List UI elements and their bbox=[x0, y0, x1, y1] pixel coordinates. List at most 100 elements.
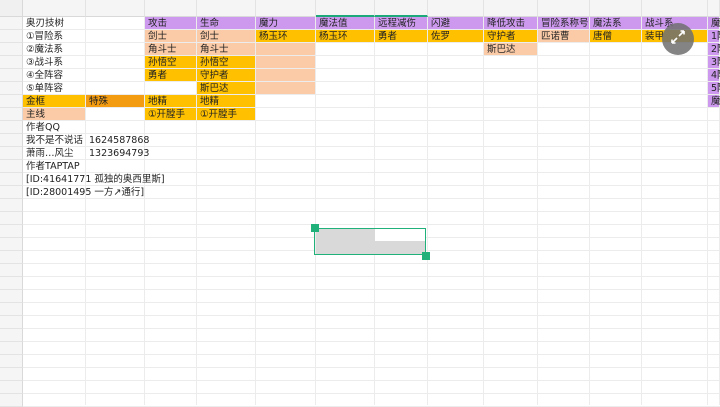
cell-d5[interactable]: 守护者 bbox=[197, 69, 229, 82]
row-header-25[interactable] bbox=[0, 329, 23, 342]
row-header-21[interactable] bbox=[0, 277, 23, 290]
cell-a14[interactable]: [ID:28001495 一方↗通行] bbox=[23, 186, 144, 199]
cell-c4[interactable]: 孙悟空 bbox=[145, 56, 177, 69]
cell-d8[interactable]: ①开膛手 bbox=[197, 108, 237, 121]
row-header-3[interactable] bbox=[0, 43, 23, 56]
cell-a12[interactable]: 作者TAPTAP bbox=[23, 160, 80, 173]
selection-border[interactable] bbox=[314, 228, 426, 255]
column-header-e[interactable] bbox=[256, 0, 316, 17]
cell-h2[interactable]: 佐罗 bbox=[428, 30, 450, 43]
cell-c8[interactable]: ①开膛手 bbox=[145, 108, 185, 121]
column-header-i[interactable] bbox=[484, 0, 538, 17]
row-header-7[interactable] bbox=[0, 95, 23, 108]
row-header-17[interactable] bbox=[0, 225, 23, 238]
cell-j1[interactable]: 冒险系称号 bbox=[538, 17, 589, 30]
cell-i2[interactable]: 守护者 bbox=[484, 30, 516, 43]
cell-a7[interactable]: 金框 bbox=[23, 95, 45, 108]
row-header-9[interactable] bbox=[0, 121, 23, 134]
spreadsheet-grid[interactable]: 奥刃技树 ①冒险系 ②魔法系 ③战斗系 ④全阵容 ⑤单阵容 金框 特殊主线 作者QQ 我不是不说话… bbox=[0, 0, 720, 407]
cell-j2[interactable]: 匹诺曹 bbox=[538, 30, 570, 43]
cell-e2[interactable]: 杨玉环 bbox=[256, 30, 288, 43]
cell-n1[interactable]: 魔 bbox=[708, 17, 720, 30]
column-header-n[interactable] bbox=[708, 0, 720, 17]
cell-a13[interactable]: [ID:41641771 孤独的奥西里斯] bbox=[23, 173, 165, 186]
row-header-14[interactable] bbox=[0, 186, 23, 199]
cell-i1[interactable]: 降低攻击 bbox=[484, 17, 525, 30]
cell-a8[interactable]: 主线 bbox=[23, 108, 45, 121]
row-header-20[interactable] bbox=[0, 264, 23, 277]
cell-b7[interactable]: 特殊 bbox=[86, 95, 108, 108]
cell-l1[interactable]: 魔法系 bbox=[590, 17, 622, 30]
cell-d6[interactable]: 斯巴达 bbox=[197, 82, 229, 95]
cell-c5[interactable]: 勇者 bbox=[145, 69, 167, 82]
collapse-button[interactable] bbox=[662, 23, 694, 55]
cell-a1[interactable]: 奥刃技树 bbox=[23, 17, 64, 30]
cell-d1[interactable]: 生命 bbox=[197, 17, 219, 30]
cell-a6[interactable]: ⑤单阵容 bbox=[23, 82, 63, 95]
cell-d4[interactable]: 孙悟空 bbox=[197, 56, 229, 69]
cell-c2[interactable]: 剑士 bbox=[145, 30, 167, 43]
cell-b10[interactable]: 1624587868 bbox=[86, 134, 149, 147]
column-header-j[interactable] bbox=[538, 0, 590, 17]
cell-a5[interactable]: ④全阵容 bbox=[23, 69, 63, 82]
cell-n5[interactable]: 4阶 bbox=[708, 69, 720, 82]
cell-n4[interactable]: 3阶 bbox=[708, 56, 720, 69]
row-header-22[interactable] bbox=[0, 290, 23, 303]
cell-h1[interactable]: 闪避 bbox=[428, 17, 450, 30]
fill-handle[interactable] bbox=[422, 252, 430, 260]
row-header-4[interactable] bbox=[0, 56, 23, 69]
row-header-24[interactable] bbox=[0, 316, 23, 329]
cell-b11[interactable]: 1323694793 bbox=[86, 147, 149, 160]
cell-e1[interactable]: 魔力 bbox=[256, 17, 278, 30]
column-header-b[interactable] bbox=[86, 0, 145, 17]
cell-d7[interactable]: 地精 bbox=[197, 95, 219, 108]
selection-start-handle[interactable] bbox=[311, 224, 319, 232]
cell-c1[interactable]: 攻击 bbox=[145, 17, 167, 30]
cell-a11[interactable]: 萧雨…风尘 bbox=[23, 147, 74, 160]
select-all-corner[interactable] bbox=[0, 0, 23, 17]
row-header-18[interactable] bbox=[0, 238, 23, 251]
column-header-c[interactable] bbox=[145, 0, 197, 17]
column-header-l[interactable] bbox=[590, 0, 642, 17]
cell-n7[interactable]: 魔 bbox=[708, 95, 720, 108]
row-header-12[interactable] bbox=[0, 160, 23, 173]
row-header-29[interactable] bbox=[0, 381, 23, 394]
row-header-28[interactable] bbox=[0, 368, 23, 381]
row-header-6[interactable] bbox=[0, 82, 23, 95]
cell-f1[interactable]: 魔法值 bbox=[316, 17, 348, 30]
cell-f2[interactable]: 杨玉环 bbox=[316, 30, 348, 43]
cell-d2[interactable]: 剑士 bbox=[197, 30, 219, 43]
cell-n3[interactable]: 2阶 bbox=[708, 43, 720, 56]
cell-n2[interactable]: 1阶 bbox=[708, 30, 720, 43]
row-header-1[interactable] bbox=[0, 17, 23, 30]
row-header-27[interactable] bbox=[0, 355, 23, 368]
row-header-5[interactable] bbox=[0, 69, 23, 82]
row-header-13[interactable] bbox=[0, 173, 23, 186]
row-header-23[interactable] bbox=[0, 303, 23, 316]
cell-a10[interactable]: 我不是不说话 bbox=[23, 134, 83, 147]
cell-a3[interactable]: ②魔法系 bbox=[23, 43, 63, 56]
row-header-30[interactable] bbox=[0, 394, 23, 407]
cell-a9[interactable]: 作者QQ bbox=[23, 121, 60, 134]
row-header-16[interactable] bbox=[0, 212, 23, 225]
column-header-g[interactable] bbox=[375, 0, 428, 17]
column-header-a[interactable] bbox=[23, 0, 86, 17]
column-header-d[interactable] bbox=[197, 0, 256, 17]
row-header-26[interactable] bbox=[0, 342, 23, 355]
cell-c3[interactable]: 角斗士 bbox=[145, 43, 177, 56]
row-header-15[interactable] bbox=[0, 199, 23, 212]
cell-a4[interactable]: ③战斗系 bbox=[23, 56, 63, 69]
cell-i3[interactable]: 斯巴达 bbox=[484, 43, 516, 56]
column-header-m[interactable] bbox=[642, 0, 708, 17]
cell-d3[interactable]: 角斗士 bbox=[197, 43, 229, 56]
column-header-f[interactable] bbox=[316, 0, 375, 17]
cell-a2[interactable]: ①冒险系 bbox=[23, 30, 63, 43]
row-header-11[interactable] bbox=[0, 147, 23, 160]
cell-g1[interactable]: 远程减伤 bbox=[375, 17, 416, 30]
cell-l2[interactable]: 唐僧 bbox=[590, 30, 612, 43]
cell-c7[interactable]: 地精 bbox=[145, 95, 167, 108]
row-header-10[interactable] bbox=[0, 134, 23, 147]
row-header-19[interactable] bbox=[0, 251, 23, 264]
cell-m2[interactable]: 装甲 bbox=[642, 30, 664, 43]
row-header-2[interactable] bbox=[0, 30, 23, 43]
